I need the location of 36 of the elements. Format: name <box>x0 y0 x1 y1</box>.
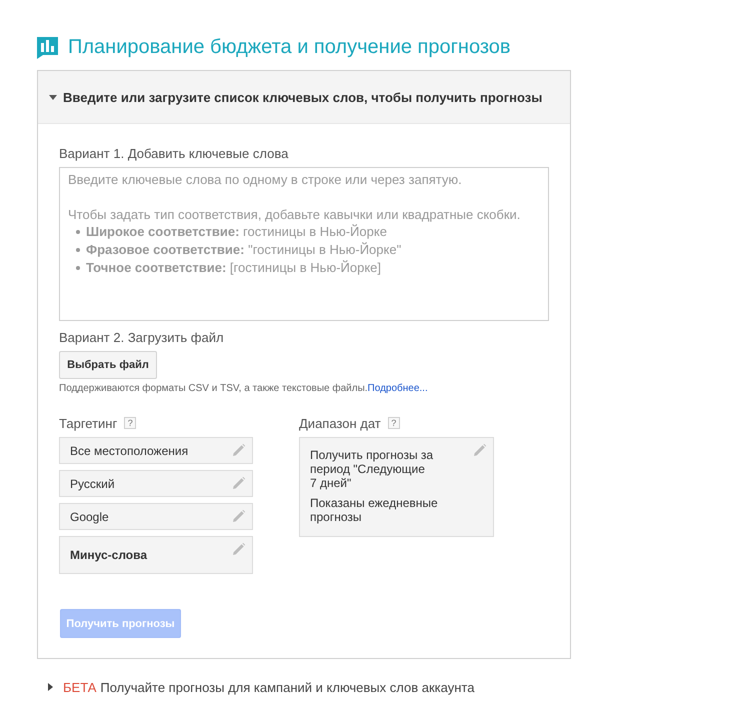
placeholder-text: Точное соответствие: [гостиницы в Нью-Йорке] <box>86 259 382 277</box>
placeholder-text: Введите ключевые слова по одному в строке или через запятую. <box>68 171 463 188</box>
date-range-text: Показаны ежедневные прогнозы <box>310 496 439 524</box>
caret-icon[interactable] <box>49 94 57 100</box>
file-format-note: Поддерживаются форматы CSV и TSV, а также текстовые файлы. <box>59 383 368 394</box>
help-button[interactable]: ? <box>124 417 136 429</box>
targeting-label: Таргетинг <box>59 416 118 430</box>
bullet-icon <box>76 230 80 234</box>
bar-chart-icon <box>37 37 58 59</box>
targeting-value[interactable]: Русский <box>70 476 115 490</box>
bullet-icon <box>76 248 80 252</box>
pencil-icon[interactable] <box>233 444 245 456</box>
option-label: Вариант 2. Загрузить файл <box>59 330 225 346</box>
date-range-text: Получить прогнозы за период "Следующие 7 дней" <box>310 448 434 490</box>
caret-icon[interactable] <box>48 683 53 691</box>
placeholder-text: Фразовое соответствие: "гостиницы в Нью-Йорке" <box>86 241 402 259</box>
beta-label: БЕТА <box>63 680 96 694</box>
pencil-icon[interactable] <box>233 477 245 489</box>
bullet-icon <box>76 266 80 270</box>
keywords-field[interactable] <box>59 167 549 321</box>
choose-file-button[interactable]: Выбрать файл <box>59 351 157 379</box>
targeting-value[interactable]: Google <box>70 510 109 524</box>
pencil-icon[interactable] <box>474 444 486 456</box>
help-button[interactable]: ? <box>388 417 400 429</box>
page-title: Планирование бюджета и получение прогнозов <box>68 36 511 58</box>
more-link[interactable]: Подробнее... <box>368 383 428 394</box>
placeholder-text: Широкое соответствие: гостиницы в Нью-Йорке <box>86 223 387 241</box>
section-title[interactable]: Получайте прогнозы для кампаний и ключевых слов аккаунта <box>100 680 474 694</box>
date-range-label: Диапазон дат <box>299 416 381 430</box>
placeholder-text: Чтобы задать тип соответствия, добавьте кавычки или квадратные скобки. <box>68 206 522 223</box>
pencil-icon[interactable] <box>233 510 245 522</box>
targeting-value[interactable]: Минус-слова <box>70 548 148 562</box>
panel-header-title[interactable]: Введите или загрузите список ключевых слов, чтобы получить прогнозы <box>63 90 542 104</box>
pencil-icon[interactable] <box>233 543 245 555</box>
option-label: Вариант 1. Добавить ключевые слова <box>59 146 290 162</box>
targeting-value[interactable]: Все местоположения <box>70 444 188 458</box>
